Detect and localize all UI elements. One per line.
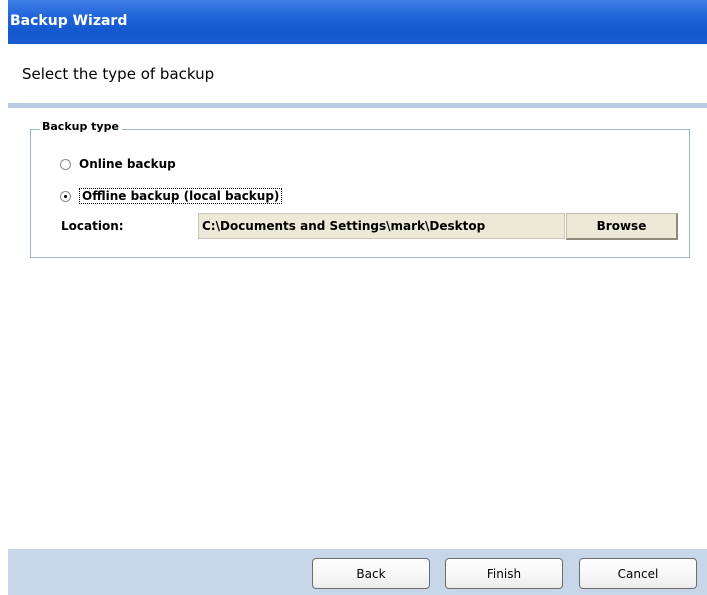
title-bar[interactable]: Backup Wizard <box>8 0 707 44</box>
page-title: Select the type of backup <box>22 65 215 83</box>
backup-type-legend: Backup type <box>40 120 122 133</box>
wizard-footer: Back Finish Cancel <box>8 549 707 595</box>
back-button[interactable]: Back <box>312 558 430 589</box>
location-field[interactable]: C:\Documents and Settings\mark\Desktop <box>198 213 565 239</box>
offline-backup-option[interactable]: Offline backup (local backup) <box>60 188 283 204</box>
online-backup-option[interactable]: Online backup <box>60 157 176 171</box>
online-backup-label[interactable]: Online backup <box>79 157 176 171</box>
window-title: Backup Wizard <box>10 13 128 29</box>
wizard-header: Select the type of backup <box>8 44 707 103</box>
backup-wizard-window: Backup Wizard Select the type of backup … <box>8 0 707 595</box>
offline-backup-radio[interactable] <box>60 190 71 202</box>
browse-button[interactable]: Browse <box>566 213 678 240</box>
online-backup-radio[interactable] <box>60 158 71 170</box>
finish-button[interactable]: Finish <box>445 558 563 589</box>
cancel-button[interactable]: Cancel <box>579 558 697 589</box>
location-label: Location: <box>61 219 124 233</box>
wizard-content: Backup type Online backup Offline backup… <box>8 108 707 549</box>
offline-backup-label[interactable]: Offline backup (local backup) <box>79 188 283 204</box>
